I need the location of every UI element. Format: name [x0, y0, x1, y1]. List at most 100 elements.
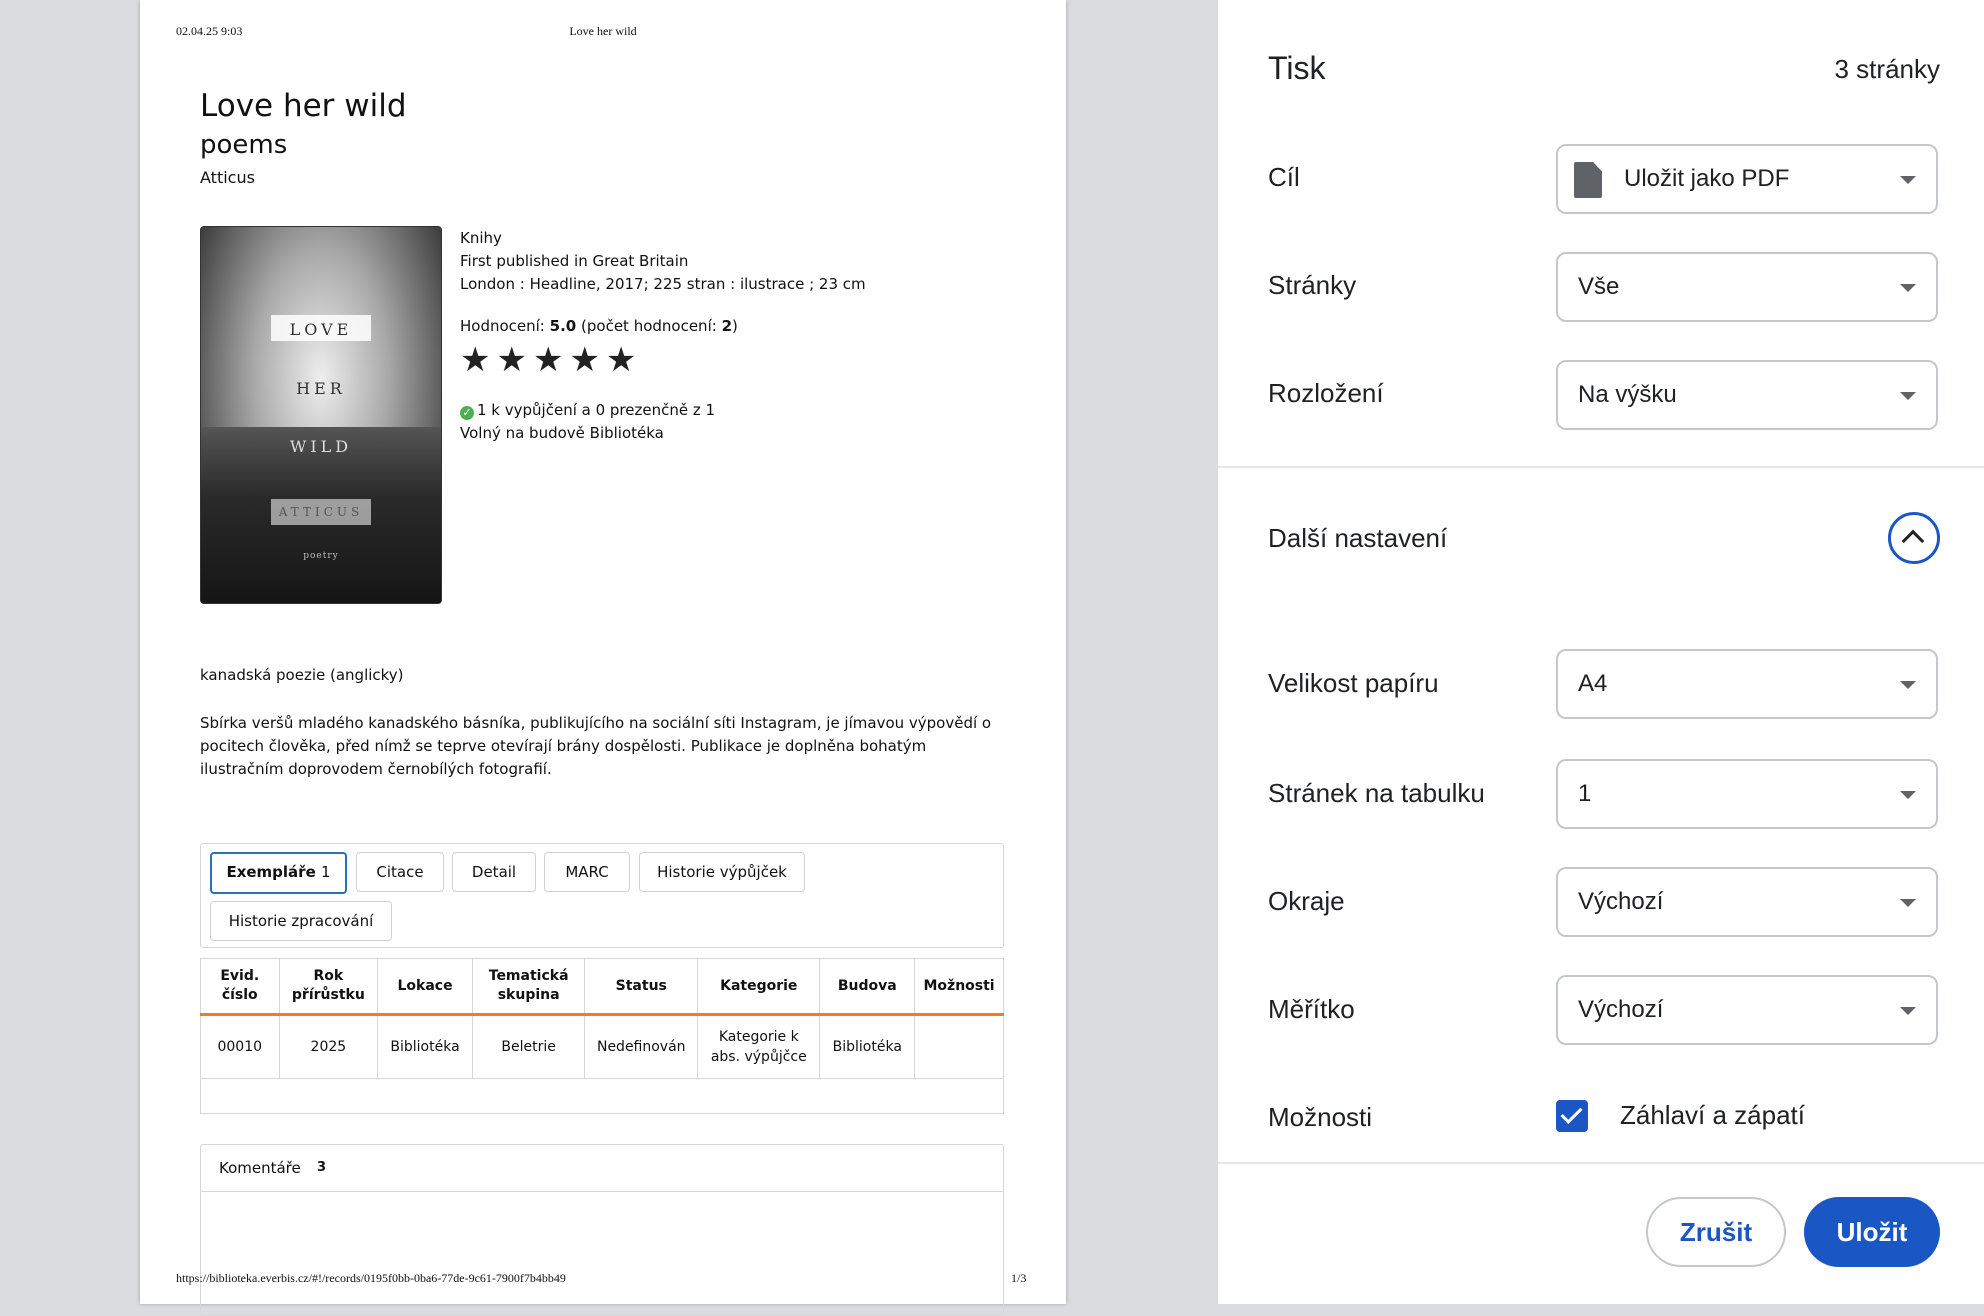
column-header: Budova: [819, 958, 916, 1016]
destination-select[interactable]: Uložit jako PDF: [1556, 144, 1938, 214]
column-header: Možnosti: [914, 958, 1004, 1016]
chevron-up-icon: [1901, 529, 1925, 553]
section-divider: [1218, 466, 1984, 468]
table-cell: 2025: [279, 1014, 379, 1079]
table-row: 00010 2025 Bibliotéka Beletrie Nedefinov…: [200, 1014, 1004, 1079]
pages-value: Vše: [1578, 273, 1620, 300]
column-header: Lokace: [377, 958, 473, 1016]
book-title: Love her wild: [200, 88, 407, 124]
caret-down-icon: [1900, 392, 1916, 400]
print-preview-area: 02.04.25 9:03 Love her wild Love her wil…: [0, 0, 1218, 1316]
page-footer-number: 1/3: [1011, 1271, 1027, 1285]
tab-citace[interactable]: Citace: [356, 852, 444, 892]
scale-label: Měřítko: [1268, 994, 1355, 1024]
column-header: Tematická skupina: [472, 958, 586, 1016]
table-row-empty: [200, 1078, 1004, 1114]
save-button[interactable]: Uložit: [1804, 1197, 1940, 1267]
sheet-count: 3 stránky: [1834, 54, 1941, 84]
table-cell-empty: [200, 1078, 1004, 1114]
availability-location: Volný na budově Bibliotéka: [460, 424, 664, 442]
table-header-row: Evid. číslo Rok přírůstku Lokace Tematic…: [200, 958, 1004, 1016]
file-icon: [1574, 162, 1602, 198]
tab-exemplare[interactable]: Exempláře 1: [210, 852, 347, 894]
record-type: Knihy: [460, 229, 502, 247]
tab-exemplare-count: 1: [320, 863, 331, 881]
rating-stars[interactable]: ★★★★★: [460, 340, 642, 380]
comments-label: Komentáře: [219, 1159, 301, 1177]
paper-size-value: A4: [1578, 670, 1608, 697]
tab-detail[interactable]: Detail: [452, 852, 536, 892]
cover-word-author: ATTICUS: [278, 505, 364, 519]
options-label: Možnosti: [1268, 1102, 1373, 1132]
table-cell: Nedefinován: [584, 1014, 699, 1079]
tab-exemplare-label: Exempláře: [226, 863, 316, 881]
destination-label: Cíl: [1268, 162, 1300, 192]
column-header: Status: [584, 958, 699, 1016]
caret-down-icon: [1900, 176, 1916, 184]
layout-select[interactable]: Na výšku: [1556, 360, 1938, 430]
preview-page: 02.04.25 9:03 Love her wild Love her wil…: [140, 0, 1066, 1316]
book-cover-image: LOVE HER WILD ATTICUS poetry: [200, 226, 442, 604]
more-settings-label[interactable]: Další nastavení: [1268, 523, 1447, 554]
checkmark-icon: [1560, 1102, 1583, 1124]
margins-value: Výchozí: [1578, 888, 1664, 915]
scale-value: Výchozí: [1578, 996, 1664, 1023]
column-header: Kategorie: [697, 958, 821, 1016]
record-published: First published in Great Britain: [460, 252, 689, 270]
cover-word-her: HER: [296, 379, 346, 398]
table-cell: 00010: [200, 1014, 280, 1079]
caret-down-icon: [1900, 791, 1916, 799]
page-footer-url: https://biblioteka.everbis.cz/#!/records…: [176, 1271, 566, 1285]
table-cell: Bibliotéka: [819, 1014, 916, 1079]
rating-count: 2: [721, 317, 733, 335]
cover-word-wild: WILD: [289, 437, 353, 456]
table-cell: Bibliotéka: [377, 1014, 473, 1079]
layout-value: Na výšku: [1578, 381, 1677, 408]
record-imprint: London : Headline, 2017; 225 stran : ilu…: [460, 275, 866, 293]
comments-count: 3: [317, 1160, 327, 1175]
caret-down-icon: [1900, 681, 1916, 689]
record-tabs: Exempláře 1 Citace Detail MARC Historie …: [200, 843, 1004, 948]
paper-size-select[interactable]: A4: [1556, 649, 1938, 719]
margins-label: Okraje: [1268, 886, 1345, 916]
layout-label: Rozložení: [1268, 378, 1384, 408]
pages-select[interactable]: Vše: [1556, 252, 1938, 322]
column-header: Rok přírůstku: [279, 958, 379, 1016]
comments-header: Komentáře 3: [201, 1145, 1003, 1192]
collapse-more-settings-button[interactable]: [1888, 512, 1940, 564]
scale-select[interactable]: Výchozí: [1556, 975, 1938, 1045]
rating-close: ): [732, 317, 738, 335]
pages-per-sheet-select[interactable]: 1: [1556, 759, 1938, 829]
comments-panel: Komentáře 3: [200, 1144, 1004, 1316]
margins-select[interactable]: Výchozí: [1556, 867, 1938, 937]
table-cell: Beletrie: [472, 1014, 586, 1079]
tab-historie-vypujcek[interactable]: Historie výpůjček: [639, 852, 805, 892]
header-footer-label[interactable]: Záhlaví a zápatí: [1620, 1100, 1805, 1131]
page-header-title: Love her wild: [569, 24, 637, 38]
pages-per-sheet-value: 1: [1578, 780, 1592, 807]
availability-line: ✓ 1 k vypůjčení a 0 prezenčně z 1: [460, 401, 715, 420]
book-author: Atticus: [200, 168, 255, 187]
record-genre: kanadská poezie (anglicky): [200, 666, 404, 684]
tab-marc[interactable]: MARC: [544, 852, 630, 892]
header-footer-checkbox[interactable]: [1556, 1100, 1588, 1132]
cover-word-poetry: poetry: [303, 551, 339, 561]
book-subtitle: poems: [200, 130, 288, 160]
rating-value: 5.0: [549, 317, 577, 335]
record-description: Sbírka veršů mladého kanadského básníka,…: [200, 714, 992, 778]
items-table: Evid. číslo Rok přírůstku Lokace Tematic…: [200, 958, 1004, 1114]
rating-label: Hodnocení:: [460, 317, 545, 335]
rating-line: Hodnocení: 5.0 (počet hodnocení: 2): [460, 317, 738, 335]
tab-historie-zpracovani[interactable]: Historie zpracování: [210, 901, 392, 941]
cover-word-love: LOVE: [289, 320, 353, 339]
paper-size-label: Velikost papíru: [1268, 668, 1439, 698]
cancel-button[interactable]: Zrušit: [1646, 1197, 1786, 1267]
availability-text: 1 k vypůjčení a 0 prezenčně z 1: [477, 401, 716, 419]
caret-down-icon: [1900, 284, 1916, 292]
destination-value: Uložit jako PDF: [1624, 165, 1790, 192]
pages-per-sheet-label: Stránek na tabulku: [1268, 778, 1485, 808]
pages-label: Stránky: [1268, 270, 1357, 300]
caret-down-icon: [1900, 1007, 1916, 1015]
column-header: Evid. číslo: [200, 958, 280, 1016]
check-circle-icon: ✓: [460, 406, 474, 420]
